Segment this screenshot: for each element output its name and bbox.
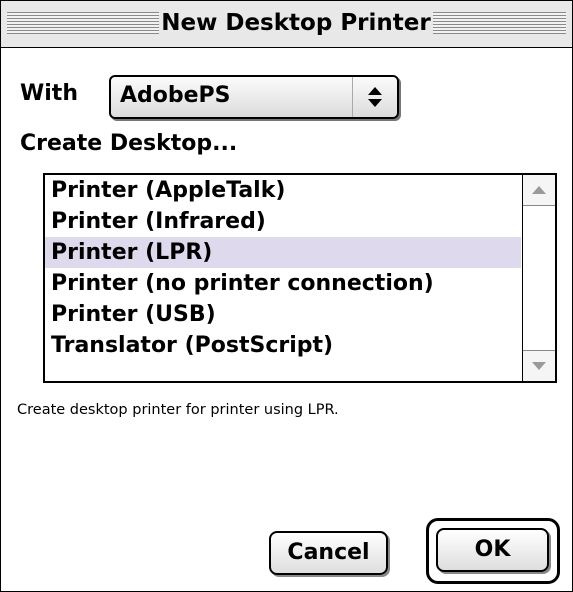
scroll-track[interactable]: [523, 206, 555, 350]
up-down-arrows-icon: [352, 77, 397, 117]
up-triangle-icon: [532, 186, 546, 194]
list-item[interactable]: Translator (PostScript): [45, 330, 521, 361]
list-item[interactable]: Printer (no printer connection): [45, 268, 521, 299]
driver-popup-value: AdobePS: [120, 83, 231, 108]
window-title: New Desktop Printer: [159, 8, 433, 38]
with-label: With: [20, 81, 78, 106]
scroll-down-button[interactable]: [523, 350, 555, 381]
printer-type-items: Printer (AppleTalk) Printer (Infrared) Pri…: [45, 175, 521, 361]
printer-type-list[interactable]: Printer (AppleTalk) Printer (Infrared) Pri…: [43, 173, 557, 383]
cancel-button[interactable]: Cancel: [269, 531, 388, 575]
list-item[interactable]: Printer (USB): [45, 299, 521, 330]
driver-popup-menu[interactable]: AdobePS: [109, 75, 399, 119]
ok-button[interactable]: OK: [436, 528, 549, 572]
new-desktop-printer-dialog: New Desktop Printer With AdobePS Create …: [0, 0, 573, 592]
list-item[interactable]: Printer (AppleTalk): [45, 175, 521, 206]
list-item[interactable]: Printer (Infrared): [45, 206, 521, 237]
scroll-up-button[interactable]: [523, 175, 555, 206]
create-desktop-label: Create Desktop...: [20, 131, 238, 156]
down-triangle-icon: [532, 362, 546, 370]
selection-description: Create desktop printer for printer using…: [17, 402, 339, 418]
title-bar-stripes-right: [433, 12, 566, 34]
title-bar-stripes-left: [7, 12, 159, 34]
list-scrollbar[interactable]: [522, 175, 555, 381]
title-bar[interactable]: New Desktop Printer: [1, 1, 572, 48]
list-item[interactable]: Printer (LPR): [45, 237, 521, 268]
